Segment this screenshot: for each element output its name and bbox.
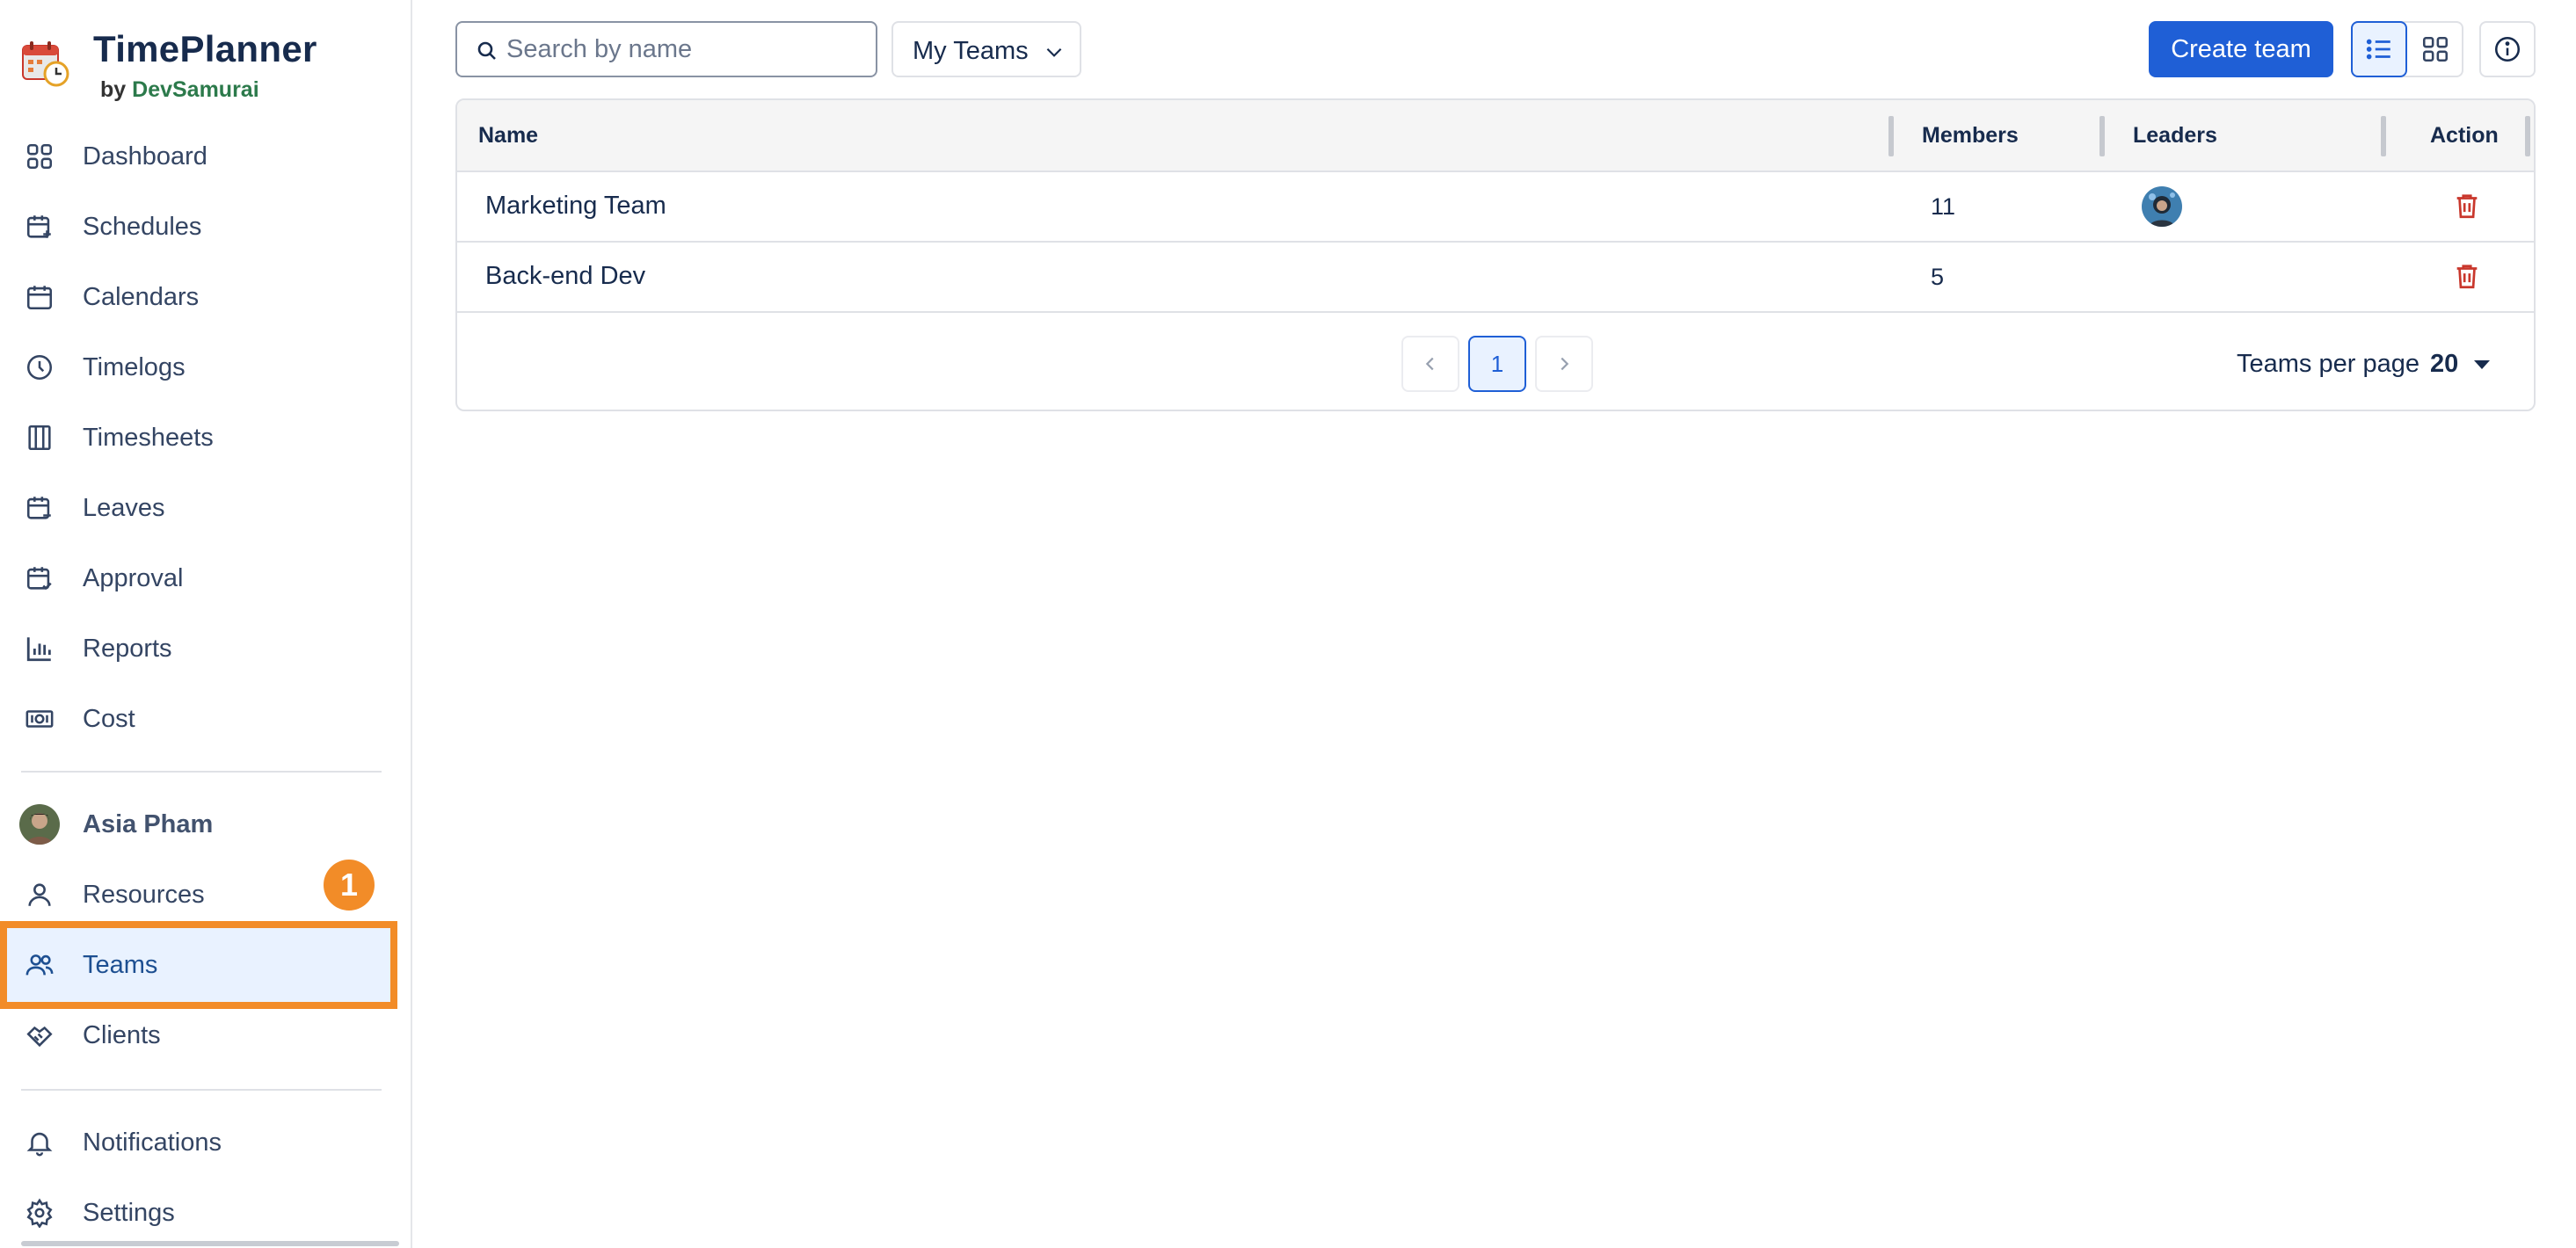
sidebar-item-settings[interactable]: Settings xyxy=(0,1178,387,1248)
trash-icon xyxy=(2456,194,2478,219)
chevron-down-icon xyxy=(1046,47,1062,57)
sidebar-item-label: Calendars xyxy=(83,282,200,311)
sidebar-item-label: Cost xyxy=(83,704,135,733)
page-button[interactable]: 1 xyxy=(1468,336,1526,392)
leave-icon xyxy=(25,493,55,523)
trash-icon xyxy=(2456,265,2478,289)
sidebar-user[interactable]: Asia Pham xyxy=(0,789,387,860)
sidebar-item-timesheets[interactable]: Timesheets xyxy=(0,403,387,473)
table-row[interactable]: Marketing Team 11 xyxy=(457,172,2534,243)
per-page-label: Teams per page xyxy=(2237,350,2420,378)
sidebar-item-label: Timesheets xyxy=(83,423,214,452)
search-icon xyxy=(477,41,496,60)
sidebar: TimePlanner by DevSamurai Dashboard Sche… xyxy=(0,0,412,1248)
byline-prefix: by xyxy=(100,77,127,102)
info-button[interactable] xyxy=(2479,21,2536,77)
sidebar-item-label: Schedules xyxy=(83,212,202,241)
column-resizer[interactable] xyxy=(2525,116,2530,156)
info-icon xyxy=(2494,36,2521,62)
next-page-button[interactable] xyxy=(1535,336,1593,392)
column-header-members[interactable]: Members xyxy=(1922,123,2019,149)
column-header-name[interactable]: Name xyxy=(478,123,538,149)
team-members-count: 5 xyxy=(1931,264,1945,290)
view-toggle xyxy=(2351,21,2463,77)
user-avatar xyxy=(19,804,60,845)
list-view-button[interactable] xyxy=(2351,21,2407,77)
chevron-right-icon xyxy=(1561,357,1569,371)
chart-icon xyxy=(25,634,55,664)
leader-avatar[interactable] xyxy=(2142,186,2182,227)
team-filter-value: My Teams xyxy=(913,37,1029,65)
gear-icon xyxy=(25,1198,55,1228)
column-header-action: Action xyxy=(2430,123,2499,148)
sidebar-divider xyxy=(21,1089,382,1091)
sidebar-item-label: Settings xyxy=(83,1198,175,1227)
delete-team-button[interactable] xyxy=(2449,258,2485,294)
sidebar-item-leaves[interactable]: Leaves xyxy=(0,473,387,543)
caret-down-icon[interactable] xyxy=(2472,359,2492,371)
maker-name: DevSamurai xyxy=(132,77,259,102)
table-row[interactable]: Back-end Dev 5 xyxy=(457,243,2534,313)
team-members-count: 11 xyxy=(1931,193,1956,220)
column-header-leaders[interactable]: Leaders xyxy=(2133,123,2217,149)
column-resizer[interactable] xyxy=(2099,116,2105,156)
sidebar-scrollbar[interactable] xyxy=(21,1241,399,1246)
timesheet-icon xyxy=(25,423,55,453)
approval-icon xyxy=(25,563,55,593)
sidebar-item-label: Dashboard xyxy=(83,141,207,171)
search-input[interactable] xyxy=(506,32,858,67)
column-resizer[interactable] xyxy=(2381,116,2386,156)
sidebar-item-schedules[interactable]: Schedules xyxy=(0,192,387,262)
teams-table: Name Members Leaders Action Marketing Te… xyxy=(455,98,2536,411)
sidebar-item-reports[interactable]: Reports xyxy=(0,613,387,684)
sidebar-item-label: Timelogs xyxy=(83,352,186,381)
list-icon xyxy=(2366,39,2390,60)
sidebar-item-clients[interactable]: Clients xyxy=(0,1000,387,1070)
sidebar-item-label: Clients xyxy=(83,1020,161,1049)
sidebar-item-label: Leaves xyxy=(83,493,165,522)
grid-icon xyxy=(2422,36,2449,62)
calendar-icon xyxy=(25,282,55,312)
sidebar-item-label: Resources xyxy=(83,880,205,909)
previous-page-button[interactable] xyxy=(1401,336,1459,392)
team-name[interactable]: Back-end Dev xyxy=(485,262,645,291)
teams-icon xyxy=(25,950,55,980)
brand[interactable]: TimePlanner by DevSamurai xyxy=(21,26,390,107)
team-filter-select[interactable]: My Teams xyxy=(891,21,1081,77)
dashboard-icon xyxy=(25,141,55,171)
table-header: Name Members Leaders Action xyxy=(457,100,2534,172)
sidebar-divider xyxy=(21,771,382,773)
clock-icon xyxy=(25,352,55,382)
sidebar-item-dashboard[interactable]: Dashboard xyxy=(0,121,387,192)
sidebar-item-cost[interactable]: Cost xyxy=(0,684,387,754)
team-name[interactable]: Marketing Team xyxy=(485,192,666,221)
person-icon xyxy=(25,880,55,910)
column-resizer[interactable] xyxy=(1888,116,1894,156)
cost-icon xyxy=(25,704,55,734)
app-title: TimePlanner xyxy=(93,28,317,69)
grid-view-button[interactable] xyxy=(2407,21,2463,77)
timeplanner-logo-icon xyxy=(22,41,69,87)
sidebar-item-label: Reports xyxy=(83,634,172,663)
sidebar-item-teams[interactable]: Teams xyxy=(0,921,397,1009)
bell-icon xyxy=(25,1128,55,1157)
user-name: Asia Pham xyxy=(83,809,214,838)
sidebar-item-calendars[interactable]: Calendars xyxy=(0,262,387,332)
search-box[interactable] xyxy=(455,21,877,77)
sidebar-item-approval[interactable]: Approval xyxy=(0,543,387,613)
create-team-button[interactable]: Create team xyxy=(2149,21,2333,77)
step-badge: 1 xyxy=(324,860,375,911)
per-page-select[interactable]: 20 xyxy=(2430,350,2458,379)
sidebar-item-label: Teams xyxy=(83,950,158,979)
handshake-icon xyxy=(25,1020,55,1050)
sidebar-item-notifications[interactable]: Notifications xyxy=(0,1107,387,1178)
app-byline: by DevSamurai xyxy=(100,77,259,103)
sidebar-item-label: Notifications xyxy=(83,1128,222,1157)
sidebar-item-label: Approval xyxy=(83,563,184,592)
chevron-left-icon xyxy=(1425,357,1434,371)
delete-team-button[interactable] xyxy=(2449,188,2485,223)
sidebar-item-timelogs[interactable]: Timelogs xyxy=(0,332,387,403)
schedule-icon xyxy=(25,212,55,242)
